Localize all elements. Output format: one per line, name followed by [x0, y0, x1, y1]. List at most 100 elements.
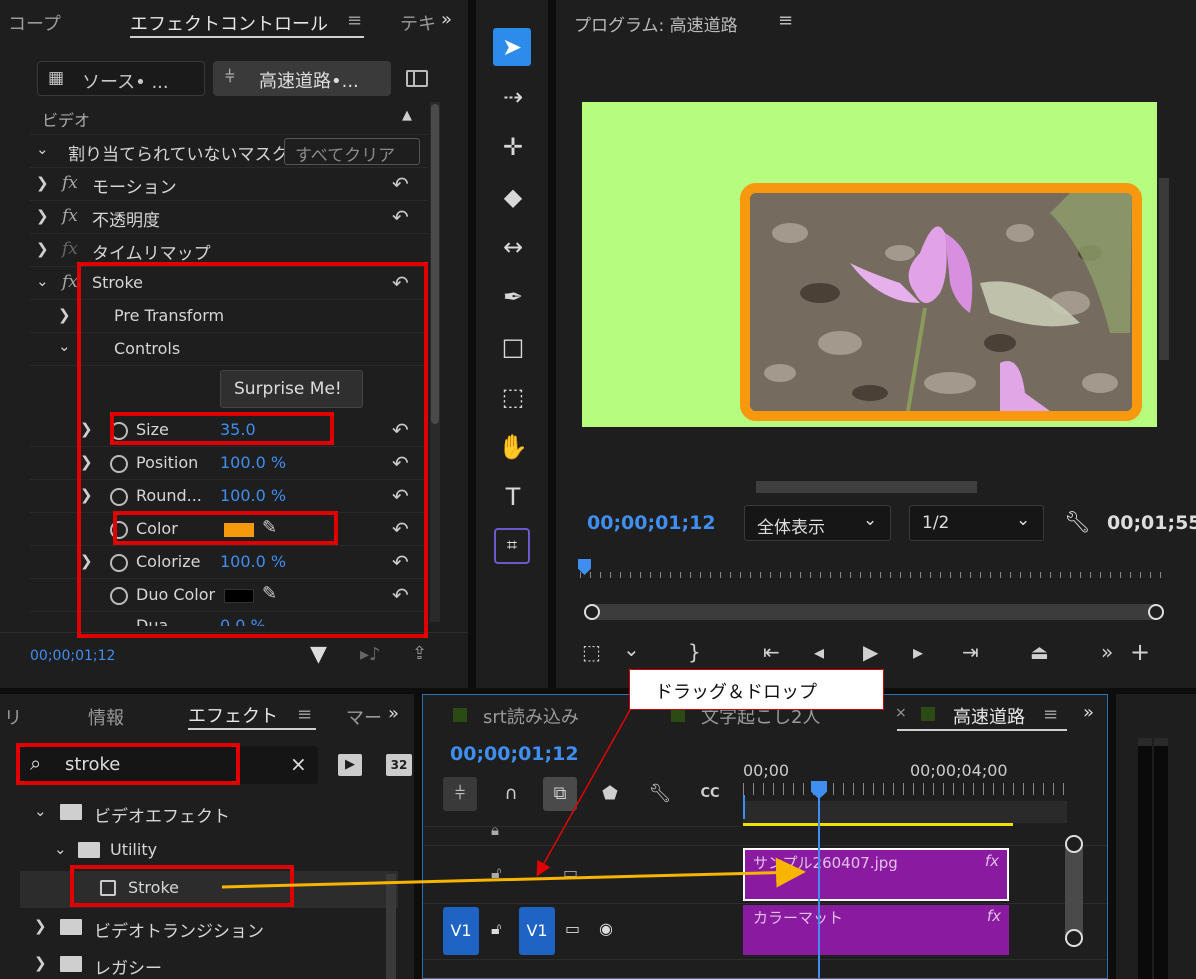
param-row-colorize[interactable]: ❯ Colorize 100.0 % ↶	[30, 546, 428, 579]
clear-search-icon[interactable]: ×	[290, 752, 307, 776]
param-value[interactable]: 100.0 %	[220, 552, 286, 571]
slip-tool-icon[interactable]: ↔	[496, 230, 530, 264]
filter-icon[interactable]: ▼	[310, 642, 327, 667]
type-tool-icon[interactable]: T	[496, 480, 530, 514]
more-controls-icon[interactable]: »	[1101, 640, 1113, 664]
stopwatch-icon[interactable]	[110, 422, 128, 440]
clip-sample-image[interactable]: サンプル260407.jpg fx	[743, 848, 1009, 901]
controls-row[interactable]: ⌄ Controls	[30, 333, 428, 366]
expand-right-icon[interactable]: ❯	[80, 420, 93, 438]
step-forward-icon[interactable]: ▸	[913, 640, 923, 664]
stopwatch-icon[interactable]	[110, 521, 128, 539]
zoom-tool-icon[interactable]: ⬚	[496, 380, 530, 414]
stopwatch-icon[interactable]	[110, 554, 128, 572]
tab-effects[interactable]: エフェクト	[188, 702, 278, 728]
hand-tool-icon[interactable]: ✋	[496, 430, 530, 464]
fx-icon[interactable]: fx	[62, 206, 78, 226]
effects-search-input[interactable]: ⌕ stroke ×	[20, 746, 318, 784]
program-h-scroll[interactable]	[756, 481, 977, 493]
selection-tool-icon[interactable]: ➤	[493, 28, 531, 66]
expand-down-icon[interactable]: ⌄	[34, 802, 47, 820]
clip-track-icon[interactable]: ▭	[565, 919, 580, 938]
param-row-size[interactable]: ❯ Size 35.0 ↶	[30, 414, 428, 447]
play-icon[interactable]: ▶	[863, 640, 878, 664]
param-row-partial[interactable]: Dua 0.0 %	[30, 612, 428, 626]
param-row-position[interactable]: ❯ Position 100.0 % ↶	[30, 447, 428, 480]
timeline-menu-icon[interactable]: ≡	[1043, 704, 1058, 725]
timeline-settings-icon[interactable]: 🔧︎	[643, 777, 677, 811]
reset-icon[interactable]: ↶	[392, 583, 409, 607]
tab-text[interactable]: テキ	[400, 10, 436, 36]
reset-icon[interactable]: ↶	[392, 484, 409, 508]
stopwatch-icon[interactable]	[110, 488, 128, 506]
expand-right-icon[interactable]: ❯	[36, 174, 49, 192]
reset-icon[interactable]: ↶	[392, 550, 409, 574]
reset-icon[interactable]: ↶	[392, 172, 409, 196]
stopwatch-icon[interactable]	[110, 587, 128, 605]
tab-markers[interactable]: マー	[346, 704, 382, 730]
reset-icon[interactable]: ↶	[392, 517, 409, 541]
resolution-dropdown[interactable]: 1/2 ⌄	[909, 505, 1044, 541]
auto-reframe-tool-icon[interactable]: ⌗	[494, 528, 530, 564]
fx-icon[interactable]: fx	[62, 272, 78, 292]
collapse-up-icon[interactable]: ▲	[402, 108, 412, 123]
eyedropper-icon[interactable]: ✎	[262, 517, 277, 538]
effect-controls-scrollbar[interactable]	[430, 102, 440, 622]
export-icon[interactable]: ⇪	[412, 643, 427, 664]
pen-tool-icon[interactable]: ✒	[496, 280, 530, 314]
razor-tool-icon[interactable]: ◆	[496, 180, 530, 214]
more-tabs-icon[interactable]: »	[388, 703, 399, 724]
add-marker-icon[interactable]: ⬟	[593, 777, 627, 811]
go-to-in-icon[interactable]: ⇤	[763, 640, 780, 664]
expand-down-icon[interactable]: ⌄	[54, 840, 67, 858]
tree-item-legacy[interactable]: ❯ レガシー	[20, 946, 398, 979]
param-row-roundness[interactable]: ❯ Round... 100.0 % ↶	[30, 480, 428, 513]
close-tab-icon[interactable]: ×	[895, 705, 907, 721]
expand-right-icon[interactable]: ❯	[36, 207, 49, 225]
step-back-icon[interactable]: ◂	[814, 640, 824, 664]
linked-selection-icon[interactable]: ⧉	[543, 777, 577, 811]
timeline-vertical-zoom[interactable]	[1065, 835, 1083, 947]
effects-menu-icon[interactable]: ≡	[297, 704, 312, 725]
tab-scope[interactable]: コープ	[8, 10, 61, 36]
expand-right-icon[interactable]: ❯	[34, 917, 47, 935]
param-value[interactable]: 100.0 %	[220, 453, 286, 472]
clear-all-button[interactable]: すべてクリア	[284, 138, 420, 166]
effect-controls-timecode[interactable]: 00;00;01;12	[30, 648, 115, 664]
accelerated-effects-icon[interactable]: ▶	[338, 754, 362, 776]
param-value[interactable]: 0.0 %	[220, 616, 266, 626]
wrench-icon[interactable]: 🔧︎	[1064, 510, 1091, 535]
more-tabs-icon[interactable]: »	[441, 9, 452, 30]
effect-row-motion[interactable]: ❯ fx モーション ↶	[30, 168, 428, 201]
expand-down-icon[interactable]: ⌄	[36, 272, 49, 290]
32bit-effects-icon[interactable]: 32	[386, 754, 412, 776]
tree-item-utility[interactable]: ⌄ Utility	[20, 834, 398, 871]
target-track-v1[interactable]: V1	[519, 907, 555, 955]
program-timecode[interactable]: 00;00;01;12	[587, 512, 716, 534]
pre-transform-row[interactable]: ❯ Pre Transform	[30, 300, 428, 333]
rectangle-tool-icon[interactable]: □	[496, 330, 530, 364]
effect-row-stroke[interactable]: ⌄ fx Stroke ↶	[30, 267, 428, 300]
surprise-me-button[interactable]: Surprise Me!	[220, 370, 363, 408]
effects-scrollbar[interactable]	[386, 874, 396, 979]
tree-item-video-transitions[interactable]: ❯ ビデオトランジション	[20, 909, 398, 946]
param-row-duo-color[interactable]: Duo Color ✎ ↶	[30, 579, 428, 612]
lift-icon[interactable]: ⏏	[1030, 640, 1049, 664]
insert-sequence-icon[interactable]: ⫩	[443, 777, 477, 811]
tab-info[interactable]: 情報	[88, 704, 124, 730]
duo-color-swatch[interactable]	[224, 589, 254, 603]
program-side-scroll[interactable]	[1159, 178, 1169, 360]
go-to-out-icon[interactable]: ⇥	[962, 640, 979, 664]
tab-highway[interactable]: 高速道路	[953, 703, 1025, 729]
effect-row-opacity[interactable]: ❯ fx 不透明度 ↶	[30, 201, 428, 234]
lock-icon[interactable]: 🔓︎	[491, 863, 501, 883]
expand-down-icon[interactable]: ⌄	[36, 140, 49, 158]
stopwatch-icon[interactable]	[110, 455, 128, 473]
eye-icon[interactable]: ◉	[599, 919, 613, 938]
tab-menu-icon[interactable]: ≡	[347, 10, 362, 31]
add-button-icon[interactable]: +	[1130, 638, 1150, 666]
clip-track-icon[interactable]: ▭	[563, 863, 578, 882]
tab-srt[interactable]: srt読み込み	[483, 703, 579, 729]
lock-icon[interactable]: 🔒︎	[491, 821, 499, 839]
tree-item-video-effects[interactable]: ⌄ ビデオエフェクト	[20, 796, 398, 833]
